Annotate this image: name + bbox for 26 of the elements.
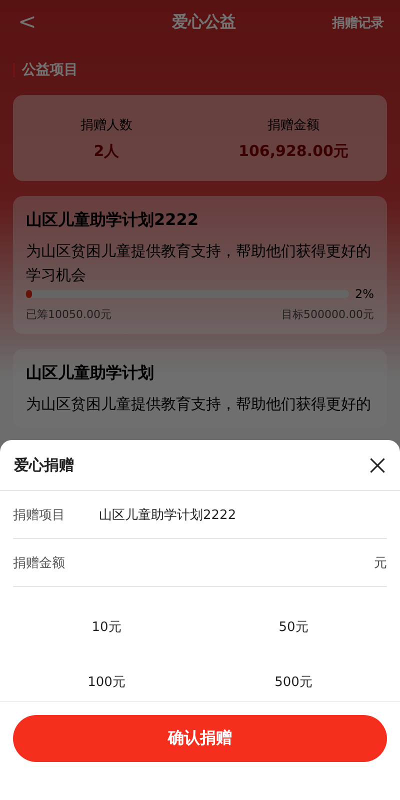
field-label: 捐赠项目 xyxy=(13,506,66,524)
confirm-button[interactable]: 确认捐赠 xyxy=(13,715,387,762)
raised-amount: 已筹10050.00元 xyxy=(26,307,112,322)
project-title: 山区儿童助学计划 xyxy=(26,363,155,384)
stat-label: 捐赠人数 xyxy=(80,116,132,134)
field-label: 捐赠金额 xyxy=(13,554,66,572)
back-button[interactable]: < xyxy=(18,10,36,35)
progress-percent: 2% xyxy=(354,287,374,301)
close-icon[interactable] xyxy=(369,456,386,474)
amount-option[interactable]: 50元 xyxy=(270,614,316,640)
target-amount: 目标500000.00元 xyxy=(282,307,374,322)
stat-value: 2人 xyxy=(94,142,120,160)
page-title: 爱心公益 xyxy=(172,12,236,33)
stat-value: 106,928.00元 xyxy=(238,142,348,160)
section-title: 公益项目 xyxy=(22,61,78,79)
stat-label: 捐赠金额 xyxy=(268,116,320,134)
unit-label: 元 xyxy=(374,554,387,572)
project-title: 山区儿童助学计划2222 xyxy=(26,210,200,231)
records-link[interactable]: 捐赠记录 xyxy=(332,14,384,32)
sheet-title: 爱心捐赠 xyxy=(14,456,74,474)
amount-option[interactable]: 100元 xyxy=(80,668,134,694)
project-description: 为山区贫困儿童提供教育支持，帮助他们获得更好的学习机会 xyxy=(26,241,372,286)
amount-option[interactable]: 10元 xyxy=(84,614,130,640)
amount-option[interactable]: 500元 xyxy=(266,668,320,694)
project-description: 为山区贫困儿童提供教育支持，帮助他们获得更好的 xyxy=(26,394,372,415)
project-name: 山区儿童助学计划2222 xyxy=(99,506,236,524)
